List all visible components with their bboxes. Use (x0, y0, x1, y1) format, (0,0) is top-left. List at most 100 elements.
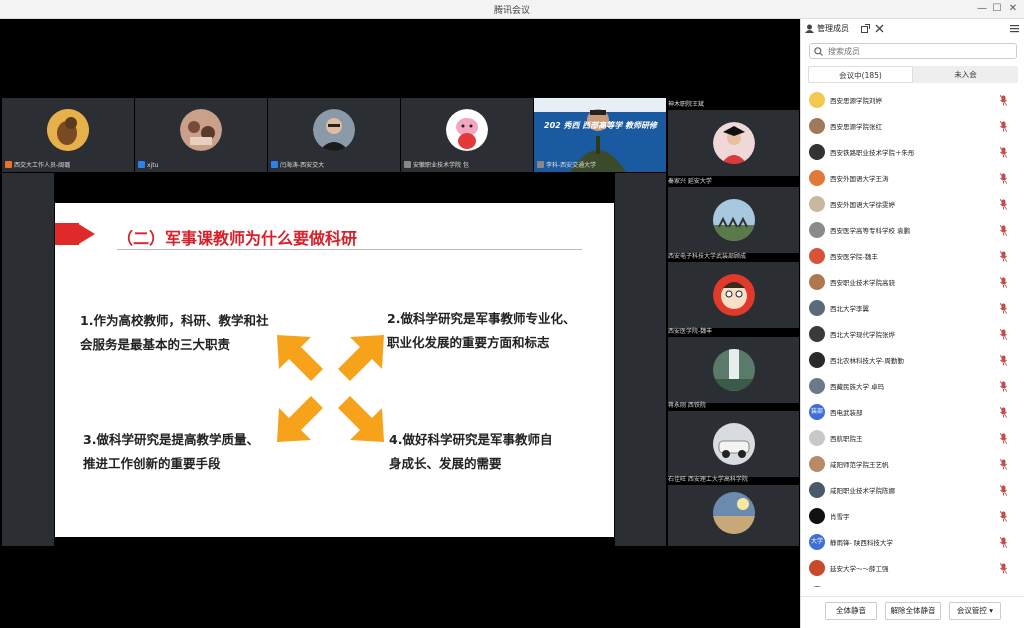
tab-not-joined[interactable]: 未入会 (913, 66, 1018, 83)
member-row[interactable]: 延安职业技术学院 (801, 581, 1024, 587)
member-name: 西电武装部 (830, 409, 863, 417)
member-row[interactable]: 西安铁路职业技术学院＋朱彤 (801, 139, 1024, 165)
mic-muted-icon[interactable] (1000, 407, 1007, 418)
mic-muted-icon[interactable] (1000, 303, 1007, 314)
avatar (712, 122, 755, 164)
member-row[interactable]: 大学 静雨锋- 陕西科技大学 (801, 529, 1024, 555)
member-row[interactable]: 西安职业技术学院高骁 (801, 269, 1024, 295)
mic-muted-icon[interactable] (1000, 147, 1007, 158)
shared-slide: （二）军事课教师为什么要做科研 1.作为高校教师，科研、教学和社 会服务是最基本的… (55, 203, 614, 537)
mute-all-button[interactable]: 全体静音 (825, 602, 877, 620)
member-row[interactable]: 西北农林科技大学-周勤勤 (801, 347, 1024, 373)
unmute-all-button[interactable]: 解除全体静音 (885, 602, 941, 620)
popout-icon[interactable] (861, 24, 870, 33)
mic-icon (537, 161, 544, 168)
slide-point-4: 4.做好科学研究是军事教师自 身成长、发展的需要 (389, 432, 553, 471)
member-avatar (809, 326, 825, 342)
mic-muted-icon[interactable] (1000, 251, 1007, 262)
participant-name: 秦家兴 延安大学 (668, 178, 712, 185)
mic-muted-icon[interactable] (1000, 355, 1007, 366)
mic-muted-icon[interactable] (1000, 199, 1007, 210)
participant-tile[interactable] (668, 262, 799, 328)
participant-tile[interactable] (668, 187, 799, 253)
participant-name: xjtu (138, 161, 158, 171)
active-speaker-tile[interactable]: 202 秀西 西部高等学 教师研修 李科-西安交通大学 (534, 98, 666, 172)
member-list: 西安思源学院刘婷西安思源学院张红西安铁路职业技术学院＋朱彤西安外国语大学王涛 西安… (801, 87, 1024, 587)
member-row[interactable]: 咸阳职业技术学院陈娜 (801, 477, 1024, 503)
participant-name: 神木职院王斌 (668, 101, 705, 108)
member-avatar (809, 274, 825, 290)
close-button[interactable]: ✕ (1006, 2, 1020, 16)
member-row[interactable]: 西安思源学院刘婷 (801, 87, 1024, 113)
participant-tile[interactable]: 西交大工作人员-闽璐 (2, 98, 134, 172)
search-icon (814, 47, 823, 56)
screen-text: 202 秀西 西部高等学 教师研修 (544, 121, 658, 130)
mic-muted-icon[interactable] (1000, 225, 1007, 236)
menu-icon[interactable] (1010, 24, 1019, 33)
close-panel-icon[interactable] (875, 24, 884, 33)
gutter-right (615, 173, 666, 546)
member-row[interactable]: 装部 西电武装部 (801, 399, 1024, 425)
mic-muted-icon[interactable] (1000, 459, 1007, 470)
minimize-button[interactable]: — (975, 2, 989, 16)
member-row[interactable]: 咸阳师范学院王艺帆 (801, 451, 1024, 477)
member-row[interactable]: 西北大学现代学院张烨 (801, 321, 1024, 347)
member-name: 西安铁路职业技术学院＋朱彤 (830, 149, 915, 157)
member-name: 西藏民族大学 卓玛 (830, 383, 885, 391)
member-row[interactable]: 西安外国语大学徐雯婷 (801, 191, 1024, 217)
avatar (446, 109, 488, 151)
tencent-meeting-window: 腾讯会议 — ☐ ✕ 西交大工作人员-闽璐 xjtu 闫海涛-西安交大 安徽职业… (0, 0, 1024, 628)
member-name: 咸阳师范学院王艺帆 (830, 461, 889, 469)
slide-point-3: 3.做科学研究是提高教学质量、 推进工作创新的重要手段 (83, 432, 259, 471)
maximize-button[interactable]: ☐ (990, 2, 1004, 16)
avatar (712, 491, 755, 534)
mic-muted-icon[interactable] (1000, 277, 1007, 288)
member-name: 西航职院王 (830, 435, 863, 443)
avatar (313, 109, 355, 151)
heading-arrow-icon (77, 223, 95, 245)
mic-muted-icon[interactable] (1000, 563, 1007, 574)
mic-muted-icon[interactable] (1000, 173, 1007, 184)
mic-muted-icon[interactable] (1000, 485, 1007, 496)
member-avatar (809, 92, 825, 108)
participant-tile[interactable] (668, 485, 799, 546)
mic-muted-icon[interactable] (1000, 95, 1007, 106)
mic-muted-icon[interactable] (1000, 511, 1007, 522)
member-search-input[interactable] (809, 43, 1017, 59)
member-avatar: 装部 (809, 404, 825, 420)
member-name: 西安思源学院张红 (830, 123, 882, 131)
mic-muted-icon[interactable] (1000, 329, 1007, 340)
video-stage: 西交大工作人员-闽璐 xjtu 闫海涛-西安交大 安徽职业技术学院 包 202 … (0, 19, 800, 628)
mic-muted-icon[interactable] (1000, 121, 1007, 132)
member-avatar (809, 170, 825, 186)
mic-muted-icon[interactable] (1000, 537, 1007, 548)
member-row[interactable]: 西安思源学院张红 (801, 113, 1024, 139)
member-name: 西北大学现代学院张烨 (830, 331, 895, 339)
participant-tile[interactable]: 安徽职业技术学院 包 (401, 98, 533, 172)
participant-tile[interactable] (668, 411, 799, 477)
member-row[interactable]: 西北大学李翼 (801, 295, 1024, 321)
meeting-control-button[interactable]: 会议管控 ▾ (949, 602, 1001, 620)
participant-tile[interactable] (668, 110, 799, 176)
member-row[interactable]: 肖雪宇 (801, 503, 1024, 529)
participant-tile[interactable] (668, 337, 799, 403)
member-row[interactable]: 延安大学～～薛工强 (801, 555, 1024, 581)
member-avatar (809, 456, 825, 472)
member-row[interactable]: 西航职院王 (801, 425, 1024, 451)
member-name: 静雨锋- 陕西科技大学 (830, 539, 893, 547)
heading-divider (117, 249, 582, 250)
user-icon (271, 161, 278, 168)
member-row[interactable]: 西藏民族大学 卓玛 (801, 373, 1024, 399)
member-management-panel: 管理成员 会议中(185) 未入会 西安思源学院刘婷西安思源学院张红西安铁路职业… (800, 19, 1024, 628)
mic-muted-icon[interactable] (1000, 381, 1007, 392)
mic-muted-icon[interactable] (1000, 433, 1007, 444)
member-tabs: 会议中(185) 未入会 (808, 66, 1018, 83)
four-arrows-icon (277, 335, 384, 442)
member-row[interactable]: 西安医学院-魏丰 (801, 243, 1024, 269)
member-row[interactable]: 西安医学高等专科学校 袁鹏 (801, 217, 1024, 243)
participant-tile[interactable]: xjtu (135, 98, 267, 172)
avatar (712, 274, 755, 316)
tab-in-meeting[interactable]: 会议中(185) (808, 66, 913, 83)
participant-tile[interactable]: 闫海涛-西安交大 (268, 98, 400, 172)
member-row[interactable]: 西安外国语大学王涛 (801, 165, 1024, 191)
